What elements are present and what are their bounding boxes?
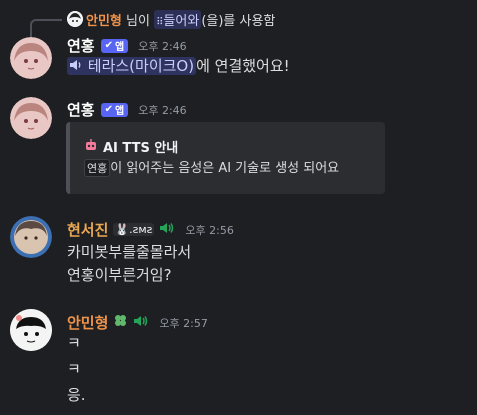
clover-icon [113,313,128,332]
reply-connector [30,19,62,37]
embed-title: AI TTS 안내 [84,137,178,156]
author-name[interactable]: 현서진 [67,219,108,240]
timestamp[interactable]: 오후 2:46 [138,102,186,118]
avatar-yeonhong[interactable] [10,37,52,79]
avatar-yeonhong[interactable] [10,97,52,139]
timestamp[interactable]: 오후 2:46 [138,38,186,54]
message-line: ㅋ [67,334,81,352]
author-name[interactable]: 안민형 [67,312,108,333]
system-suffix: (을)를 사용함 [201,14,276,29]
timestamp[interactable]: 오후 2:57 [159,315,207,331]
message-header: 연홍 ✔ 앱 오후 2:46 [67,35,187,56]
speaker-icon [159,220,175,240]
system-user-name[interactable]: 안민형 [86,14,122,29]
check-icon: ✔ [104,104,113,115]
rabbit-icon: 🐰 [115,223,130,236]
inline-code: 연홍 [84,159,111,177]
user-tag: 🐰 .ƨᴍƨ [113,223,155,236]
app-badge: ✔ 앱 [100,38,129,53]
message-header: 연홍 ✔ 앱 오후 2:46 [67,99,187,120]
timestamp[interactable]: 오후 2:56 [185,222,233,238]
activity-chip[interactable]: ⠿들어와 [154,10,202,29]
message-text: 에 연결했어요! [196,57,290,75]
speaker-icon [133,313,149,333]
system-prefix: 님이 [126,14,150,29]
system-message: 안민형 님이 ⠿들어와 (을)를 사용함 [86,10,275,29]
message-line: 응. [67,386,86,404]
message-header: 현서진 🐰 .ƨᴍƨ 오후 2:56 [67,219,234,240]
avatar-hyeonseojin[interactable] [10,216,52,258]
message-line: 카미봇부를줄몰라서 [67,243,192,261]
message-line: 연홍이부른거임? [67,266,172,284]
author-name[interactable]: 연홍 [67,35,95,56]
embed-description: 연홍 이 읽어주는 음성은 AI 기술로 생성 되어요 [84,157,339,177]
check-icon: ✔ [104,40,113,51]
voice-channel-mention[interactable]: 테라스(마이크O) [67,57,197,76]
message-content: 테라스(마이크O) 에 연결했어요! [67,55,290,76]
author-name[interactable]: 연홍 [67,99,95,120]
avatar-anminhyeong[interactable] [10,309,52,351]
tts-embed: AI TTS 안내 연홍 이 읽어주는 음성은 AI 기술로 생성 되어요 [66,122,385,194]
app-badge: ✔ 앱 [100,102,129,117]
message-header: 안민형 오후 2:57 [67,312,208,333]
system-user-avatar[interactable] [67,11,83,27]
message-line: ㅋ [67,360,81,378]
speaker-icon [69,58,83,76]
robot-icon [84,138,98,156]
activity-name: 들어와 [163,14,200,29]
